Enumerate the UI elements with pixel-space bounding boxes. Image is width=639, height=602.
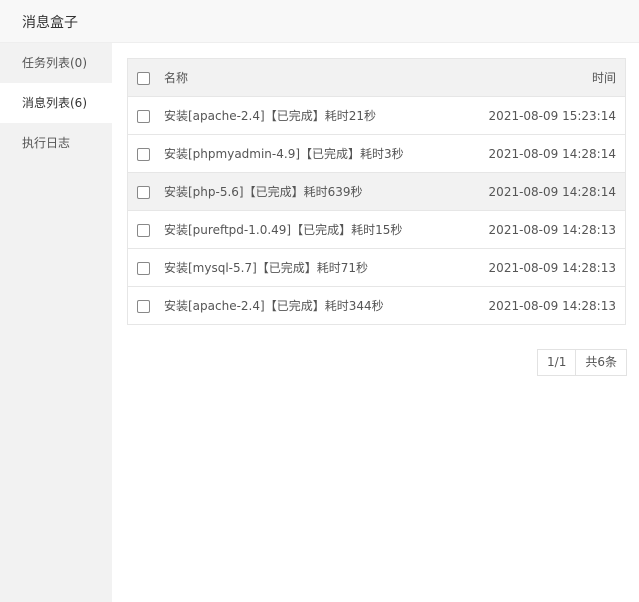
name-column-header: 名称 [158,58,459,97]
select-all-cell [127,58,158,97]
time-column-header: 时间 [458,58,626,97]
table-row[interactable]: 安装[phpmyadmin-4.9]【已完成】耗时3秒 2021-08-09 1… [127,134,626,173]
row-time: 2021-08-09 14:28:14 [458,172,626,211]
row-name: 安装[pureftpd-1.0.49]【已完成】耗时15秒 [158,210,459,249]
row-checkbox[interactable] [136,261,150,275]
row-name: 安装[apache-2.4]【已完成】耗时344秒 [158,286,459,325]
sidebar-item-task-list[interactable]: 任务列表(0) [0,43,112,83]
main-panel: 名称 时间 安装[apache-2.4]【已完成】耗时21秒 2021-08-0… [112,43,639,602]
row-checkbox[interactable] [136,109,150,123]
row-time: 2021-08-09 14:28:13 [458,210,626,249]
dialog-title: 消息盒子 [22,15,78,31]
table-header-row: 名称 时间 [127,58,626,97]
row-name: 安装[php-5.6]【已完成】耗时639秒 [158,172,459,211]
table-row[interactable]: 安装[apache-2.4]【已完成】耗时21秒 2021-08-09 15:2… [127,96,626,135]
message-box-dialog: 消息盒子 任务列表(0) 消息列表(6) 执行日志 名称 时间 安装[apach… [0,0,639,602]
pagination: 1/1 共6条 [537,349,627,376]
total-count: 共6条 [575,350,626,375]
select-all-checkbox[interactable] [136,71,150,85]
row-name: 安装[phpmyadmin-4.9]【已完成】耗时3秒 [158,134,459,173]
row-time: 2021-08-09 14:28:13 [458,248,626,287]
row-time: 2021-08-09 15:23:14 [458,96,626,135]
row-checkbox[interactable] [136,223,150,237]
sidebar: 任务列表(0) 消息列表(6) 执行日志 [0,43,112,602]
row-name: 安装[apache-2.4]【已完成】耗时21秒 [158,96,459,135]
table-row[interactable]: 安装[pureftpd-1.0.49]【已完成】耗时15秒 2021-08-09… [127,210,626,249]
row-name: 安装[mysql-5.7]【已完成】耗时71秒 [158,248,459,287]
table-row[interactable]: 安装[apache-2.4]【已完成】耗时344秒 2021-08-09 14:… [127,286,626,325]
row-time: 2021-08-09 14:28:13 [458,286,626,325]
message-table: 名称 时间 安装[apache-2.4]【已完成】耗时21秒 2021-08-0… [127,58,626,325]
row-checkbox[interactable] [136,299,150,313]
dialog-titlebar: 消息盒子 [0,0,639,43]
sidebar-item-message-list[interactable]: 消息列表(6) [0,83,112,123]
row-checkbox[interactable] [136,147,150,161]
row-time: 2021-08-09 14:28:14 [458,134,626,173]
row-checkbox[interactable] [136,185,150,199]
sidebar-item-execution-log[interactable]: 执行日志 [0,123,112,163]
page-indicator: 1/1 [547,355,567,369]
table-row[interactable]: 安装[mysql-5.7]【已完成】耗时71秒 2021-08-09 14:28… [127,248,626,287]
table-row[interactable]: 安装[php-5.6]【已完成】耗时639秒 2021-08-09 14:28:… [127,172,626,211]
